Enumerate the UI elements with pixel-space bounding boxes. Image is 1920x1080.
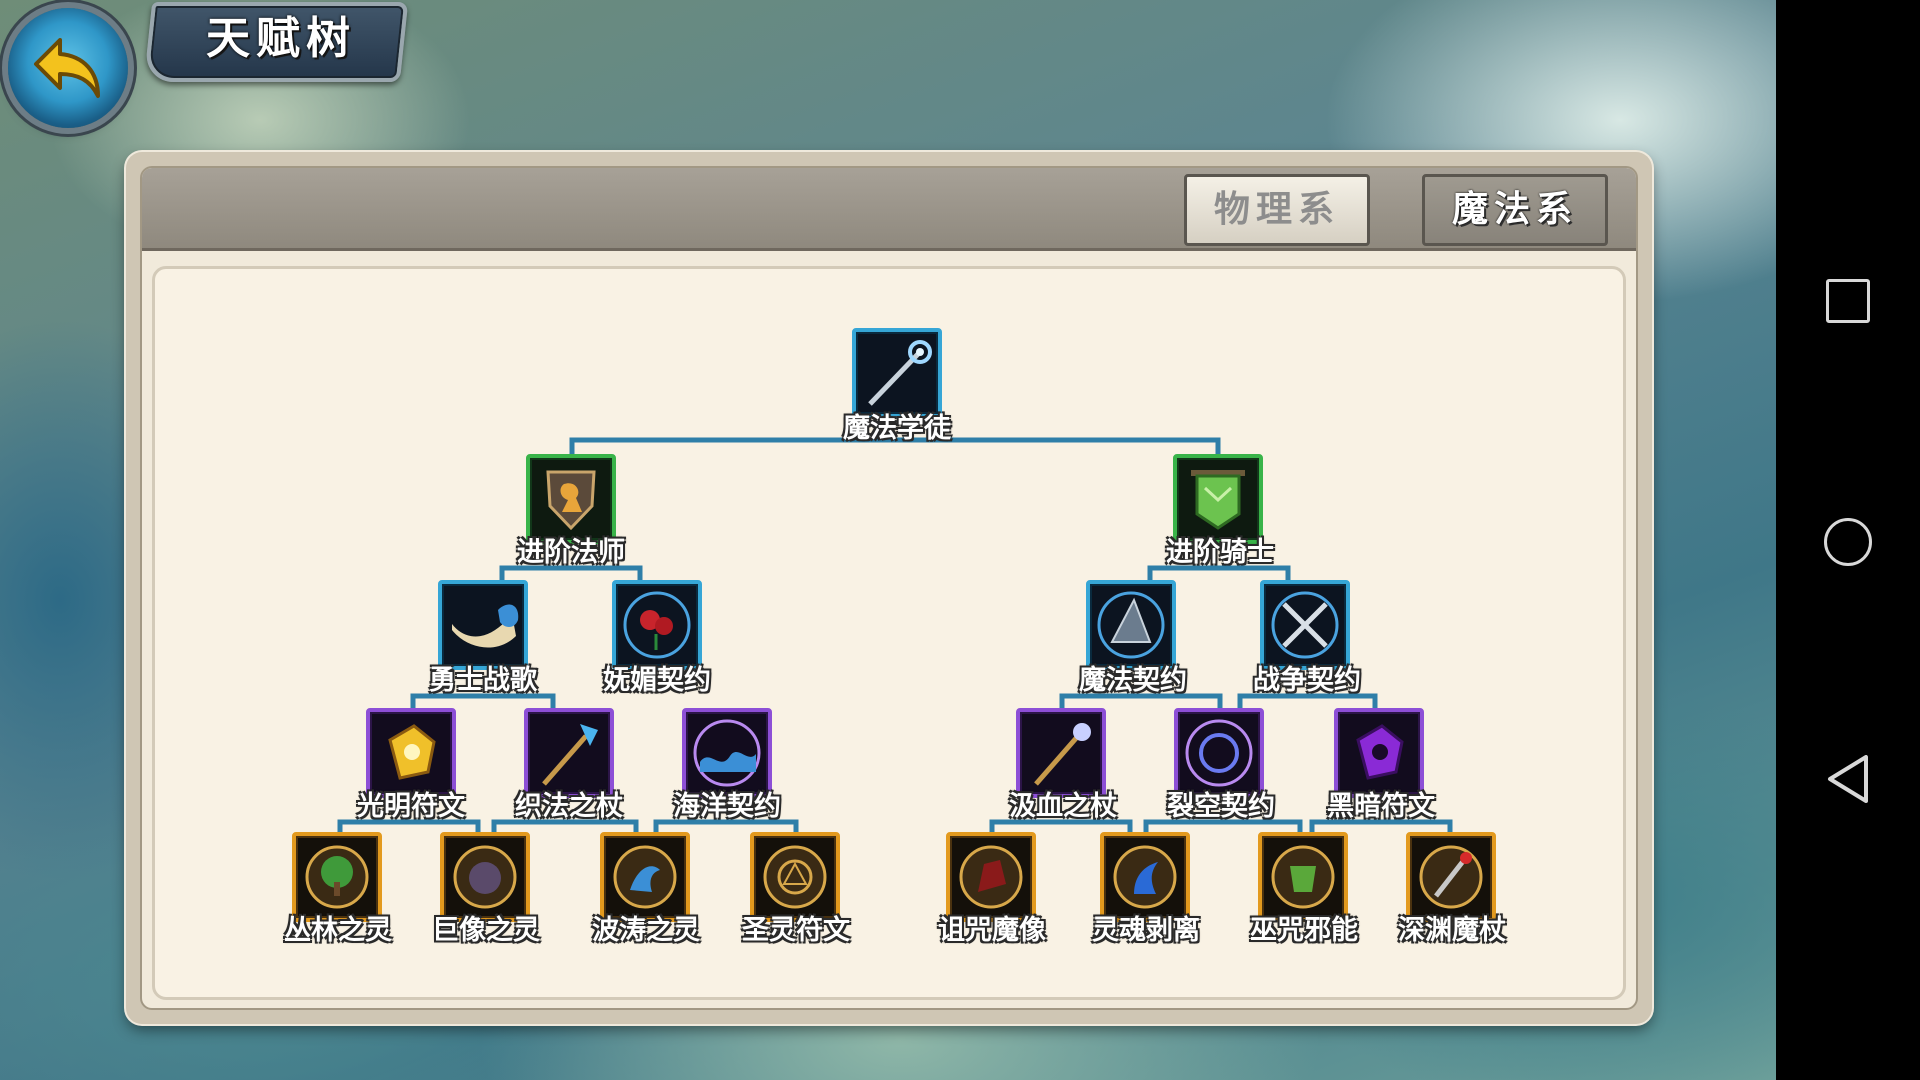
home-circle-icon[interactable] [1824,518,1872,566]
talent-node-charm-pact[interactable] [612,580,702,670]
light-rune-icon [388,724,436,780]
forest-spirit-icon [305,845,369,909]
back-button[interactable] [8,8,128,128]
talent-label: 进阶骑士 [1166,537,1274,568]
blood-staff-icon [1034,723,1091,786]
talent-label: 勇士战歌 [429,665,537,696]
talent-label: 黑暗符文 [1327,791,1435,822]
weave-staff-icon [542,724,598,786]
talent-label: 魔法学徒 [843,413,951,444]
page-title: 天赋树 [206,13,356,64]
talent-label: 魔法契约 [1079,665,1187,696]
talent-label: 妩媚契约 [603,665,711,696]
return-arrow-icon [34,38,100,98]
talent-label: 深渊魔杖 [1398,915,1506,946]
talent-node-warrior-song[interactable] [438,580,528,670]
back-triangle-icon[interactable] [1826,755,1870,803]
green-banner-icon [1191,470,1245,530]
staff-icon [868,340,932,406]
wave-sigil-icon [693,719,761,787]
crossed-swords-sigil-icon [1271,591,1339,659]
tab-bar: 物理系 魔法系 [142,168,1636,251]
colossus-spirit-icon [453,845,517,909]
talent-node-war-pact[interactable] [1260,580,1350,670]
talent-label: 进阶法师 [517,537,625,568]
tab-magic[interactable]: 魔法系 [1422,174,1608,246]
holy-rune-icon [763,845,827,909]
rose-sigil-icon [623,591,691,659]
tide-spirit-icon [613,845,677,909]
recents-square-icon[interactable] [1826,279,1870,323]
rift-sigil-icon [1185,719,1253,787]
dark-rune-icon [1356,724,1404,780]
talent-node-magic-pact[interactable] [1086,580,1176,670]
hex-energy-icon [1271,845,1335,909]
knight-shield-icon [546,470,596,531]
talent-node-root[interactable] [852,328,942,418]
wizard-hat-sigil-icon [1097,591,1165,659]
soul-strip-icon [1113,845,1177,909]
war-horn-icon [452,604,519,648]
tab-physical[interactable]: 物理系 [1184,174,1370,246]
talent-label: 战争契约 [1253,665,1361,696]
cursed-golem-icon [959,845,1023,909]
abyss-wand-icon [1419,845,1483,909]
talent-label: 圣灵符文 [742,915,850,946]
talent-label: 海洋契约 [673,791,781,822]
